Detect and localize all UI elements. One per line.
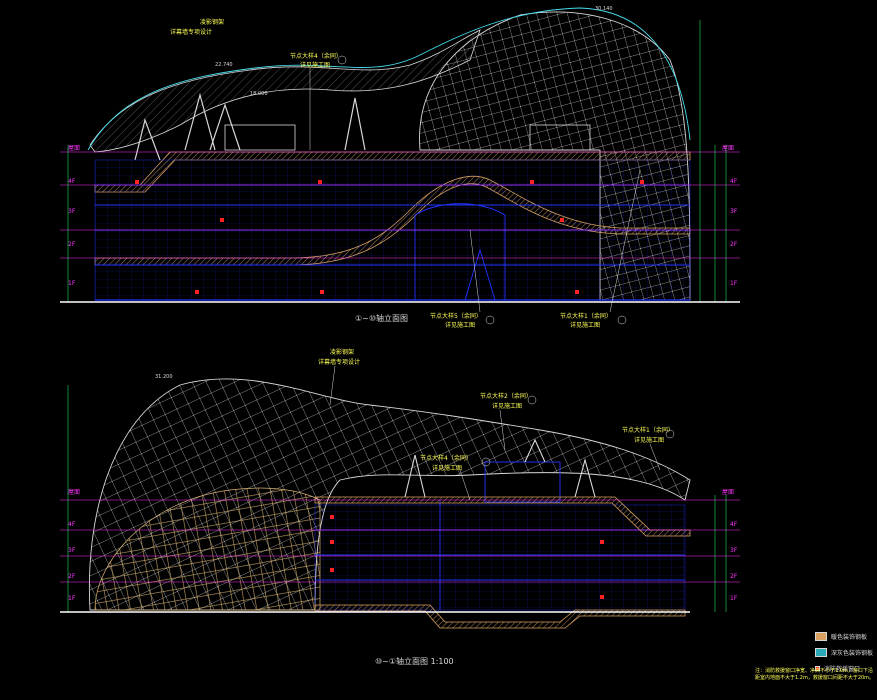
- elevation-b-callout-3-sub: 详见施工图: [634, 436, 664, 444]
- elevation-b-callout-1: 节点大样2（余同）: [480, 392, 532, 400]
- elevation-a: 凌影钢架 详幕墙专项设计 节点大样4（余同） 详见施工图 节点大样5（余同） 详…: [60, 6, 740, 329]
- elevation-a-elevation-a: 22.740: [215, 62, 233, 68]
- elevation-a-callout-1-sub: 详见施工图: [300, 61, 330, 69]
- floor-label: 4F: [68, 521, 76, 528]
- floor-label: 3F: [68, 547, 76, 554]
- elevation-b-roof-note-1: 凌影钢架: [330, 348, 354, 356]
- elevation-a-title: ①~⑩轴立面图: [355, 313, 408, 323]
- floor-label: 屋面: [722, 489, 734, 496]
- legend-swatch: [814, 647, 827, 657]
- elevation-b-roof-note-2: 详幕墙专项设计: [318, 358, 360, 366]
- elevation-b-top-elevation: 31.200: [155, 374, 173, 380]
- elevation-a-top-elevation: 30.140: [595, 6, 613, 12]
- floor-label: 3F: [68, 208, 76, 215]
- elevation-b-title: ⑩~①轴立面图 1:100: [375, 656, 454, 666]
- elevation-a-callout-2-sub: 详见施工图: [445, 321, 475, 329]
- legend-label: 暖色装饰钢板: [830, 633, 867, 641]
- floor-label: 2F: [68, 573, 76, 580]
- floor-label: 2F: [730, 573, 738, 580]
- elevation-a-callout-3: 节点大样1（余同）: [560, 312, 612, 320]
- floor-label: 4F: [68, 178, 76, 185]
- floor-label: 1F: [68, 595, 76, 602]
- elevation-a-floor-labels-left: 屋面 4F 3F 2F 1F: [68, 145, 80, 287]
- floor-label: 1F: [68, 280, 76, 287]
- elevation-a-floor-labels-right: 屋面 4F 3F 2F 1F: [722, 145, 738, 287]
- elevation-b-callout-1-sub: 详见施工图: [492, 402, 522, 410]
- legend-item: 暖色装饰钢板: [814, 628, 873, 644]
- floor-label: 屋面: [68, 145, 80, 152]
- elevation-a-elevation-b: 18.000: [250, 91, 268, 97]
- floor-label: 1F: [730, 595, 738, 602]
- floor-label: 4F: [730, 521, 738, 528]
- elevation-b-facade: [314, 461, 686, 611]
- legend-note: 注：消防救援窗口净宽、净高不小于1.0m，窗口下沿距室内地面不大于1.2m，救援…: [755, 668, 875, 681]
- elevation-b-callout-2-sub: 详见施工图: [432, 464, 462, 472]
- floor-label: 屋面: [722, 145, 734, 152]
- elevation-b-callout-2: 节点大样4（余同）: [420, 454, 472, 462]
- elevation-b: 凌影钢架 详幕墙专项设计 节点大样2（余同） 详见施工图 节点大样4（余同） 详…: [60, 348, 740, 666]
- cad-drawing-canvas: 凌影钢架 详幕墙专项设计 节点大样4（余同） 详见施工图 节点大样5（余同） 详…: [60, 6, 740, 666]
- elevation-a-callout-2: 节点大样5（余同）: [430, 312, 482, 320]
- elevation-a-callout-3-sub: 详见施工图: [570, 321, 600, 329]
- floor-label: 屋面: [68, 489, 80, 496]
- floor-label: 1F: [730, 280, 738, 287]
- elevation-b-floor-labels-right: 屋面 4F 3F 2F 1F: [722, 489, 738, 602]
- floor-label: 3F: [730, 208, 738, 215]
- elevation-a-roof-note-1: 凌影钢架: [200, 18, 224, 26]
- floor-label: 3F: [730, 547, 738, 554]
- legend-item: 深灰色装饰钢板: [814, 644, 873, 660]
- legend-label: 深灰色装饰钢板: [830, 649, 873, 657]
- legend-swatch: [814, 631, 827, 641]
- elevation-a-roof-note-2: 详幕墙专项设计: [170, 28, 212, 36]
- floor-label: 2F: [68, 241, 76, 248]
- elevation-a-callout-1: 节点大样4（余同）: [290, 52, 342, 60]
- elevation-b-floor-labels-left: 屋面 4F 3F 2F 1F: [68, 489, 80, 602]
- floor-label: 2F: [730, 241, 738, 248]
- floor-label: 4F: [730, 178, 738, 185]
